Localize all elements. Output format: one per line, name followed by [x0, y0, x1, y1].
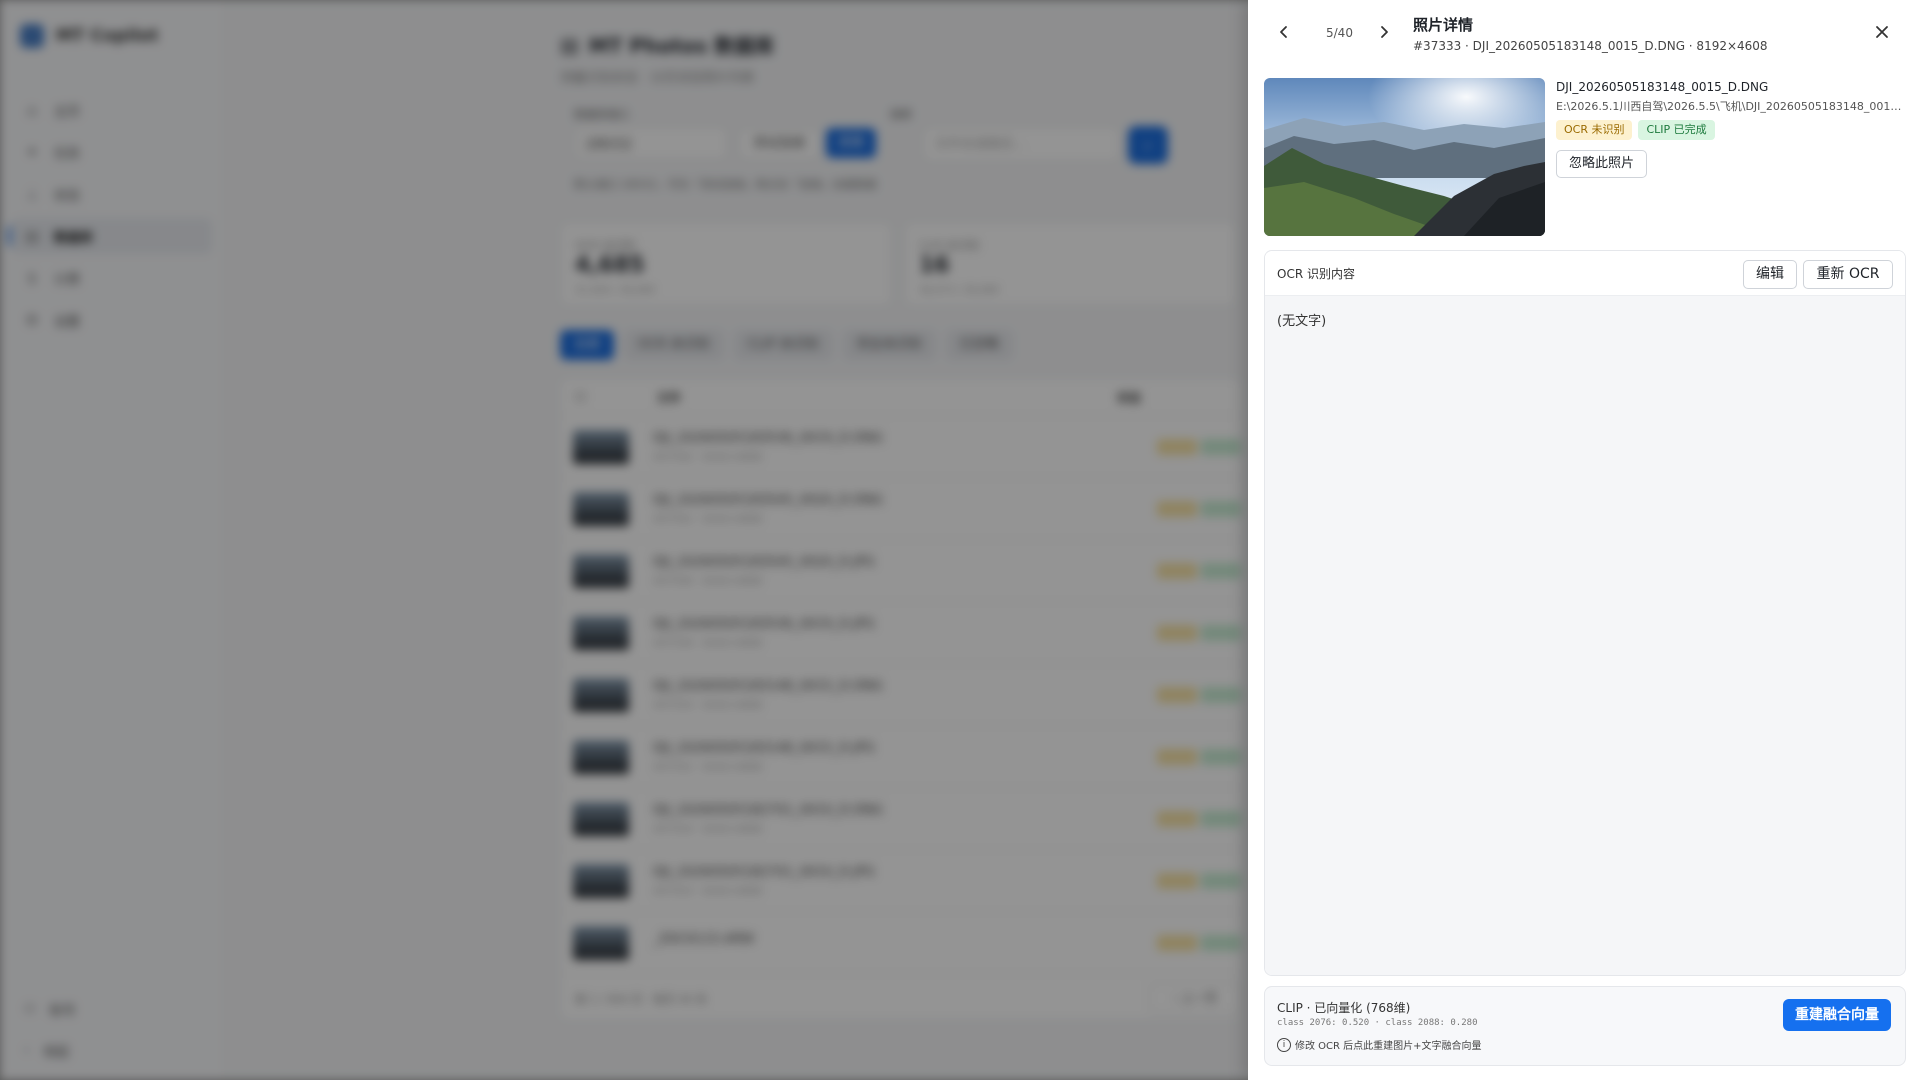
file-path: E:\2026.5.1川西自驾\2026.5.5\飞机\DJI_20260505… — [1556, 100, 1904, 113]
edit-ocr-button[interactable]: 编辑 — [1743, 260, 1797, 289]
clip-panel: CLIP · 已向量化 (768维) class 2076: 0.520 · c… — [1264, 986, 1906, 1066]
re-ocr-button[interactable]: 重新 OCR — [1803, 260, 1893, 289]
chevron-left-icon — [1280, 26, 1287, 38]
ocr-content-area[interactable]: (无文字) — [1265, 296, 1905, 975]
photo-counter: 5/40 — [1326, 26, 1353, 40]
next-photo-button[interactable] — [1370, 18, 1398, 46]
mountain-photo — [1264, 78, 1545, 236]
photo-detail-drawer: 5/40 照片详情 #37333 · DJI_20260505183148_00… — [1248, 0, 1920, 1080]
ocr-panel-title: OCR 识别内容 — [1277, 267, 1355, 281]
status-badges: OCR 未识别 CLIP 已完成 — [1556, 120, 1715, 140]
rebuild-fusion-vector-button[interactable]: 重建融合向量 — [1783, 999, 1891, 1031]
file-name: DJI_20260505183148_0015_D.DNG — [1556, 80, 1769, 94]
drawer-header: 5/40 照片详情 #37333 · DJI_20260505183148_00… — [1248, 0, 1920, 66]
drawer-title: 照片详情 — [1413, 16, 1474, 34]
ocr-panel-header: OCR 识别内容 编辑 重新 OCR — [1265, 251, 1905, 296]
clip-title: CLIP · 已向量化 (768维) — [1277, 1001, 1411, 1015]
ocr-status-badge: OCR 未识别 — [1556, 120, 1633, 140]
clip-status-badge: CLIP 已完成 — [1638, 120, 1715, 140]
prev-photo-button[interactable] — [1270, 18, 1298, 46]
photo-info-card: DJI_20260505183148_0015_D.DNG E:\2026.5.… — [1264, 78, 1904, 238]
close-button[interactable] — [1868, 18, 1896, 46]
ocr-panel: OCR 识别内容 编辑 重新 OCR (无文字) — [1264, 250, 1906, 976]
clip-note: i 修改 OCR 后点此重建图片+文字融合向量 — [1277, 1037, 1482, 1052]
info-icon: i — [1277, 1037, 1291, 1052]
clip-scores: class 2076: 0.520 · class 2088: 0.280 — [1277, 1018, 1478, 1028]
close-icon — [1876, 26, 1888, 38]
drawer-subtitle: #37333 · DJI_20260505183148_0015_D.DNG ·… — [1413, 39, 1768, 53]
chevron-right-icon — [1381, 26, 1388, 38]
photo-thumbnail[interactable] — [1264, 78, 1545, 236]
ocr-text: (无文字) — [1277, 314, 1327, 329]
ignore-photo-button[interactable]: 忽略此照片 — [1556, 150, 1648, 178]
